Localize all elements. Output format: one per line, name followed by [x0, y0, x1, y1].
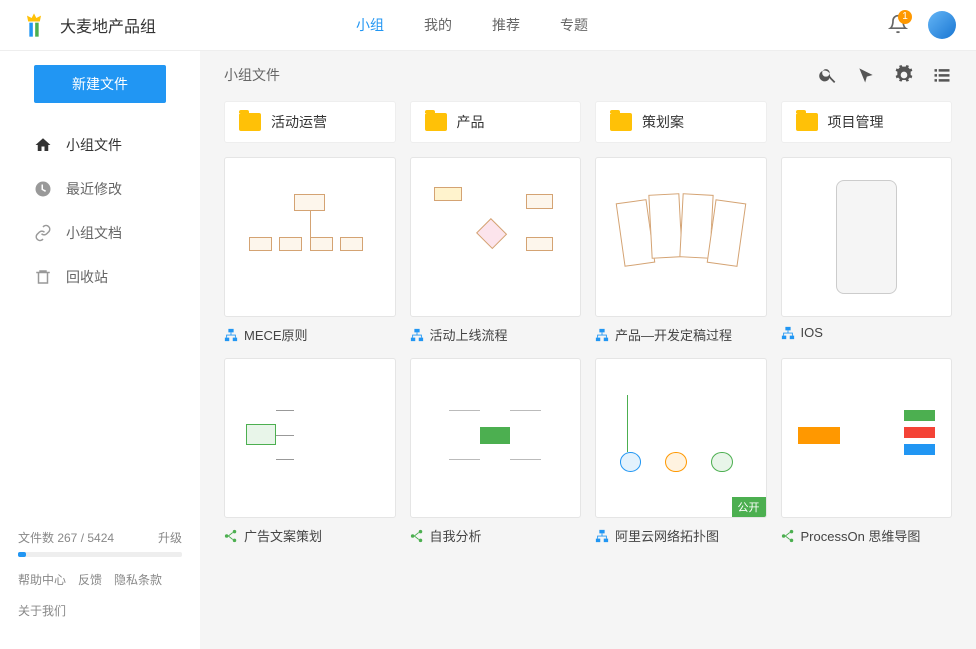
sidebar-item-trash[interactable]: 回收站 [0, 255, 200, 299]
file-item[interactable]: ProcessOn 思维导图 [781, 358, 953, 545]
file-item[interactable]: 广告文案策划 [224, 358, 396, 545]
new-file-button[interactable]: 新建文件 [34, 65, 166, 103]
folder-item[interactable]: 产品 [410, 101, 582, 143]
help-link[interactable]: 帮助中心 [18, 571, 66, 590]
feedback-link[interactable]: 反馈 [78, 571, 102, 590]
nav-group[interactable]: 小组 [356, 15, 384, 35]
link-icon [34, 224, 52, 242]
folder-icon [610, 113, 632, 131]
folder-item[interactable]: 策划案 [595, 101, 767, 143]
file-item[interactable]: IOS [781, 157, 953, 344]
notification-bell[interactable]: 1 [888, 14, 908, 37]
flowchart-icon [224, 328, 238, 342]
folder-icon [239, 113, 261, 131]
sidebar-label: 小组文件 [66, 135, 122, 155]
sidebar-item-recent[interactable]: 最近修改 [0, 167, 200, 211]
folder-icon [796, 113, 818, 131]
list-view-icon[interactable] [932, 65, 952, 85]
mindmap-icon [781, 529, 795, 543]
sidebar-label: 回收站 [66, 267, 108, 287]
upgrade-link[interactable]: 升级 [158, 529, 182, 546]
mindmap-icon [224, 529, 238, 543]
cursor-icon[interactable] [856, 65, 876, 85]
header: 大麦地产品组 小组 我的 推荐 专题 1 [0, 0, 976, 51]
file-thumbnail [224, 358, 396, 518]
file-item[interactable]: 自我分析 [410, 358, 582, 545]
flowchart-icon [410, 328, 424, 342]
app-logo [20, 11, 48, 39]
file-item[interactable]: MECE原则 [224, 157, 396, 344]
notification-badge: 1 [898, 10, 912, 24]
about-link[interactable]: 关于我们 [18, 602, 66, 621]
mindmap-icon [410, 529, 424, 543]
folder-icon [425, 113, 447, 131]
file-thumbnail [410, 157, 582, 317]
flowchart-icon [595, 529, 609, 543]
file-thumbnail [410, 358, 582, 518]
file-thumbnail [224, 157, 396, 317]
file-thumbnail [595, 157, 767, 317]
search-icon[interactable] [818, 65, 838, 85]
gear-icon[interactable] [894, 65, 914, 85]
flowchart-icon [595, 328, 609, 342]
sidebar: 新建文件 小组文件 最近修改 小组文档 回收站 文件数 267 / 5424 升… [0, 51, 200, 649]
file-grid: 活动运营 产品 策划案 项目管理 MECE原则 活动上线流程 产品—开发定稿过程… [224, 101, 952, 545]
file-item[interactable]: 公开 阿里云网络拓扑图 [595, 358, 767, 545]
file-thumbnail [781, 358, 953, 518]
folder-item[interactable]: 活动运营 [224, 101, 396, 143]
top-nav: 小组 我的 推荐 专题 [356, 15, 588, 35]
team-name: 大麦地产品组 [60, 13, 156, 37]
home-icon [34, 136, 52, 154]
quota-progress [18, 552, 182, 557]
breadcrumb: 小组文件 [224, 65, 280, 85]
privacy-link[interactable]: 隐私条款 [114, 571, 162, 590]
public-tag: 公开 [732, 497, 766, 517]
user-avatar[interactable] [928, 11, 956, 39]
main-content: 小组文件 活动运营 产品 策划案 项目管理 MECE原则 活动上线流程 [200, 51, 976, 649]
nav-recommend[interactable]: 推荐 [492, 15, 520, 35]
flowchart-icon [781, 326, 795, 340]
file-thumbnail [781, 157, 953, 317]
clock-icon [34, 180, 52, 198]
sidebar-label: 最近修改 [66, 179, 122, 199]
quota-label: 文件数 267 / 5424 [18, 529, 114, 546]
trash-icon [34, 268, 52, 286]
file-thumbnail: 公开 [595, 358, 767, 518]
folder-item[interactable]: 项目管理 [781, 101, 953, 143]
file-item[interactable]: 产品—开发定稿过程 [595, 157, 767, 344]
file-item[interactable]: 活动上线流程 [410, 157, 582, 344]
nav-mine[interactable]: 我的 [424, 15, 452, 35]
sidebar-item-group-files[interactable]: 小组文件 [0, 123, 200, 167]
sidebar-label: 小组文档 [66, 223, 122, 243]
nav-topic[interactable]: 专题 [560, 15, 588, 35]
sidebar-item-docs[interactable]: 小组文档 [0, 211, 200, 255]
